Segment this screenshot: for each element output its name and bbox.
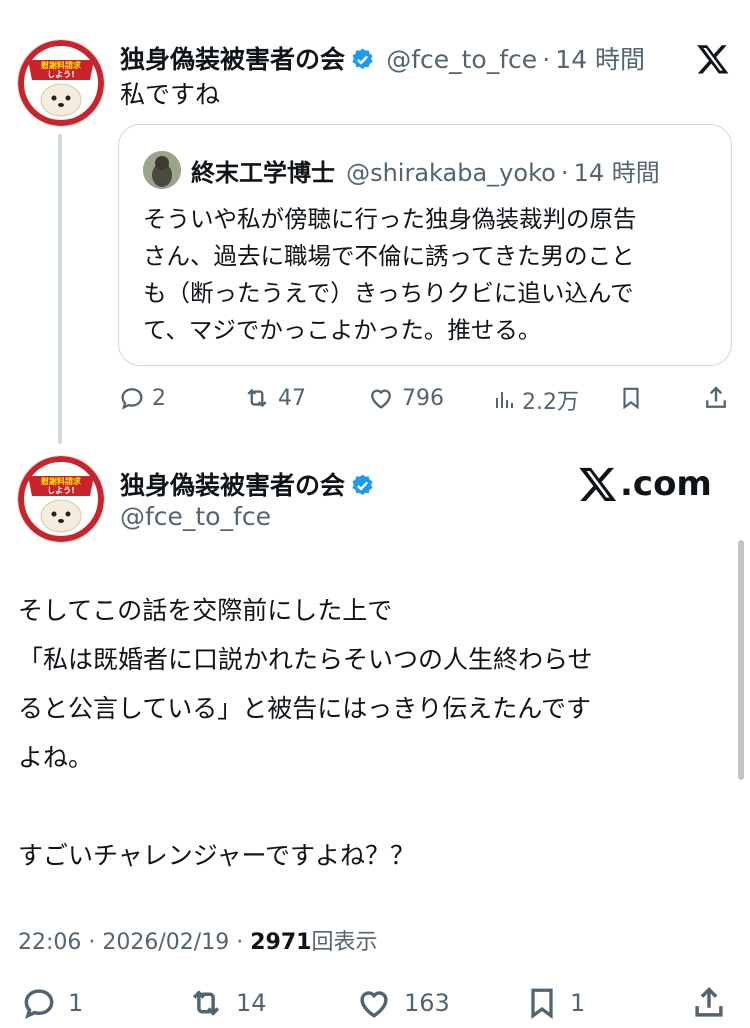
avatar-banner-text: 慰謝料請求 [41, 61, 81, 70]
x-logo-icon[interactable] [696, 42, 730, 76]
quote-text-line: さん、過去に職場で不倫に誘ってきた男のこと [143, 242, 635, 270]
tweet-text-line: そしてこの話を交際前にした上で [18, 596, 393, 625]
tweet-text-line: よね。 [18, 743, 94, 772]
reply-icon [24, 989, 54, 1019]
avatar-banner-text: しよう! [47, 486, 75, 495]
views-label: 回表示 [311, 930, 378, 955]
verified-icon [352, 474, 373, 495]
author-handle[interactable]: @fce_to_fce [386, 45, 537, 74]
repost-icon [192, 990, 220, 1016]
repost-icon [247, 388, 267, 408]
share-icon [695, 987, 723, 1017]
quote-avatar[interactable] [143, 151, 181, 189]
share-button[interactable] [702, 384, 730, 412]
avatar[interactable]: そうだ! 慰謝料請求 しよう! [18, 40, 104, 126]
avatar-banner-text: しよう! [47, 70, 75, 79]
bookmark-button[interactable]: 1 [524, 984, 585, 1022]
author-name[interactable]: 独身偽装被害者の会 [120, 471, 345, 500]
tweet-time[interactable]: 22:06 [18, 930, 81, 955]
views-icon [496, 392, 513, 408]
tweet-text-line: ると公言している」と被告にはっきり伝えたんです [18, 694, 592, 723]
bookmark-icon [531, 988, 553, 1020]
views-count: 2971 [250, 930, 312, 955]
xcom-label: .com [620, 464, 712, 504]
quote-avatar-illustration [143, 151, 181, 189]
like-count: 796 [402, 385, 444, 411]
verified-icon [352, 48, 373, 69]
tweet-time[interactable]: 14 時間 [555, 45, 645, 74]
tweet-meta: 22:06 · 2026/02/19 · 2971回表示 [18, 924, 377, 956]
tweet2-header: 独身偽装被害者の会 [120, 466, 375, 502]
repost-count: 47 [278, 385, 306, 411]
bookmark-button[interactable] [618, 384, 644, 412]
meta-separator: · [236, 930, 244, 955]
quote-time: 14 時間 [573, 159, 660, 187]
like-button[interactable]: 163 [354, 984, 450, 1022]
reply-count: 2 [152, 385, 166, 411]
views-count: 2.2万 [522, 390, 579, 415]
bookmark-icon [623, 387, 639, 410]
avatar[interactable]: そうだ! 慰謝料請求 しよう! [18, 456, 104, 542]
quote-text-line: そういや私が傍聴に行った独身偽装裁判の原告 [143, 205, 637, 233]
meta-separator: · [88, 930, 96, 955]
reply-icon [121, 388, 143, 410]
tweet-text-line: すごいチャレンジャーですよね？？ [18, 841, 416, 870]
thread-line [58, 134, 62, 444]
reply-button[interactable]: 2 [118, 384, 166, 412]
repost-button[interactable]: 14 [186, 984, 267, 1022]
tweet-text: 私ですね [120, 80, 221, 109]
scrollbar[interactable] [738, 540, 744, 780]
repost-button[interactable]: 47 [242, 384, 306, 412]
tweet-text-line: 「私は既婚者に口説かれたらそいつの人生終わらせ [18, 645, 593, 674]
author-name[interactable]: 独身偽装被害者の会 [120, 45, 345, 74]
repost-count: 14 [236, 989, 267, 1017]
quote-tweet-card[interactable]: 終末工学博士 @shirakaba_yoko · 14 時間 そういや私が傍聴に… [118, 124, 732, 366]
reply-count: 1 [68, 989, 84, 1017]
avatar-banner-text: そうだ! [47, 52, 75, 61]
like-icon [371, 389, 391, 409]
share-icon [706, 386, 726, 408]
avatar-banner-text: そうだ! [47, 468, 75, 477]
tweet-text: そしてこの話を交際前にした上で 「私は既婚者に口説かれたらそいつの人生終わらせ … [18, 586, 593, 880]
tweet-text-line [18, 782, 593, 831]
like-button[interactable]: 796 [366, 384, 444, 412]
share-button[interactable] [690, 984, 728, 1022]
meta-separator: · [560, 159, 569, 187]
quote-text-line: て、マジでかっこよかった。推せる。 [143, 316, 542, 344]
author-handle[interactable]: @fce_to_fce [120, 502, 271, 531]
views-button[interactable]: 2.2万 [492, 384, 579, 416]
xcom-watermark: .com [578, 464, 712, 504]
quote-text: そういや私が傍聴に行った独身偽装裁判の原告 さん、過去に職場で不倫に誘ってきた男… [143, 201, 637, 349]
quote-author-handle[interactable]: @shirakaba_yoko [346, 159, 556, 187]
like-count: 163 [404, 989, 450, 1017]
quote-author-name[interactable]: 終末工学博士 [191, 159, 335, 187]
bookmark-count: 1 [570, 989, 586, 1017]
reply-button[interactable]: 1 [20, 984, 83, 1022]
meta-separator: · [542, 45, 551, 74]
quote-text-line: も（断ったうえで）きっちりクビに追い込んで [143, 279, 634, 307]
avatar-banner-text: 慰謝料請求 [41, 477, 81, 486]
x-logo-icon [579, 467, 617, 501]
like-icon [360, 991, 388, 1018]
tweet-date[interactable]: 2026/02/19 [102, 930, 229, 955]
tweet1-header: 独身偽装被害者の会 @fce_to_fce · 14 時間 [120, 40, 645, 76]
